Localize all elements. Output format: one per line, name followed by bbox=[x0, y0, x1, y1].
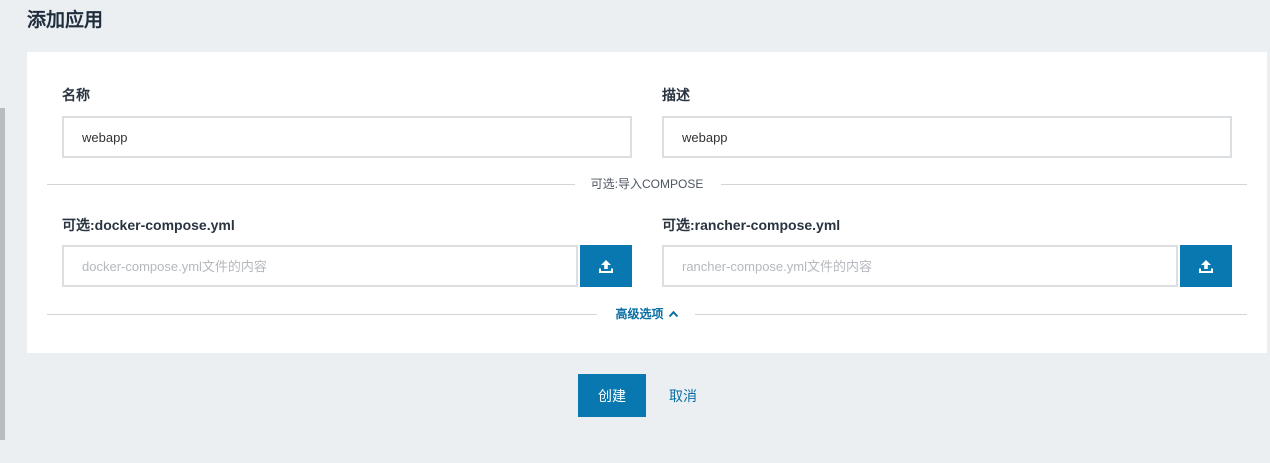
rancher-compose-label: 可选:rancher-compose.yml bbox=[662, 217, 841, 233]
chevron-up-icon bbox=[668, 310, 678, 318]
upload-icon bbox=[599, 260, 613, 273]
add-stack-form-card: 名称 描述 可选:导入COMPOSE 可选:docker-compose.yml… bbox=[27, 52, 1267, 353]
advanced-divider-line-left bbox=[47, 314, 597, 315]
advanced-options-label: 高级选项 bbox=[615, 307, 664, 321]
upload-icon bbox=[1199, 260, 1213, 273]
advanced-divider-line-right bbox=[695, 314, 1247, 315]
create-button[interactable]: 创建 bbox=[578, 374, 646, 417]
cancel-button[interactable]: 取消 bbox=[660, 374, 706, 417]
name-label: 名称 bbox=[62, 87, 90, 103]
description-label: 描述 bbox=[662, 87, 690, 103]
advanced-options-toggle[interactable]: 高级选项 bbox=[613, 306, 681, 322]
name-input[interactable] bbox=[62, 116, 632, 158]
compose-divider-line-left bbox=[47, 184, 575, 185]
left-edge-scrollbar bbox=[0, 108, 5, 440]
rancher-compose-textarea[interactable] bbox=[662, 245, 1178, 287]
compose-divider-label: 可选:导入COMPOSE bbox=[590, 177, 704, 191]
rancher-compose-upload-button[interactable] bbox=[1180, 245, 1232, 287]
compose-divider-line-right bbox=[721, 184, 1247, 185]
docker-compose-textarea[interactable] bbox=[62, 245, 578, 287]
description-input[interactable] bbox=[662, 116, 1232, 158]
docker-compose-label: 可选:docker-compose.yml bbox=[62, 217, 235, 233]
docker-compose-upload-button[interactable] bbox=[580, 245, 632, 287]
page-title: 添加应用 bbox=[27, 10, 104, 31]
